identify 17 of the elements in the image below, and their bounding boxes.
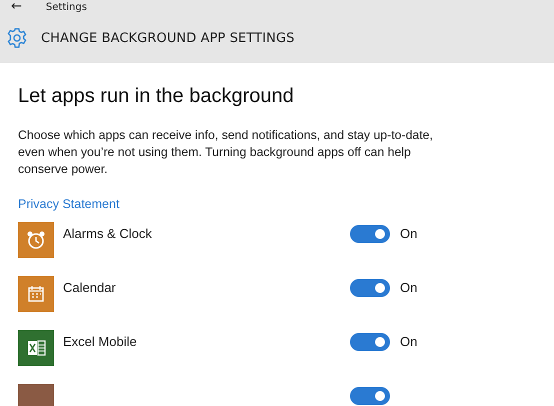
app-name: Excel Mobile xyxy=(63,334,138,349)
toggle-state: On xyxy=(400,226,418,241)
window-title: Settings xyxy=(46,2,87,12)
settings-icon xyxy=(6,27,28,49)
toggle-state: On xyxy=(400,280,418,295)
toggle-switch[interactable] xyxy=(350,279,390,297)
toggle-switch[interactable] xyxy=(350,333,390,351)
app-name: Calendar xyxy=(63,280,117,295)
description-text: Choose which apps can receive info, send notifications, and stay up-to-date, even when you’re not using them. Turning background apps off can help conserve power. xyxy=(18,127,434,178)
back-button[interactable]: ← xyxy=(11,0,22,14)
section-heading: Let apps run in the background xyxy=(18,85,295,108)
privacy-statement-link[interactable]: Privacy Statement xyxy=(18,197,120,211)
toggle-switch[interactable] xyxy=(350,387,390,405)
app-name: Alarms & Clock xyxy=(63,226,153,241)
page-title: CHANGE BACKGROUND APP SETTINGS xyxy=(41,30,295,46)
toggle-switch[interactable] xyxy=(350,225,390,243)
toggle-state: On xyxy=(400,334,418,349)
